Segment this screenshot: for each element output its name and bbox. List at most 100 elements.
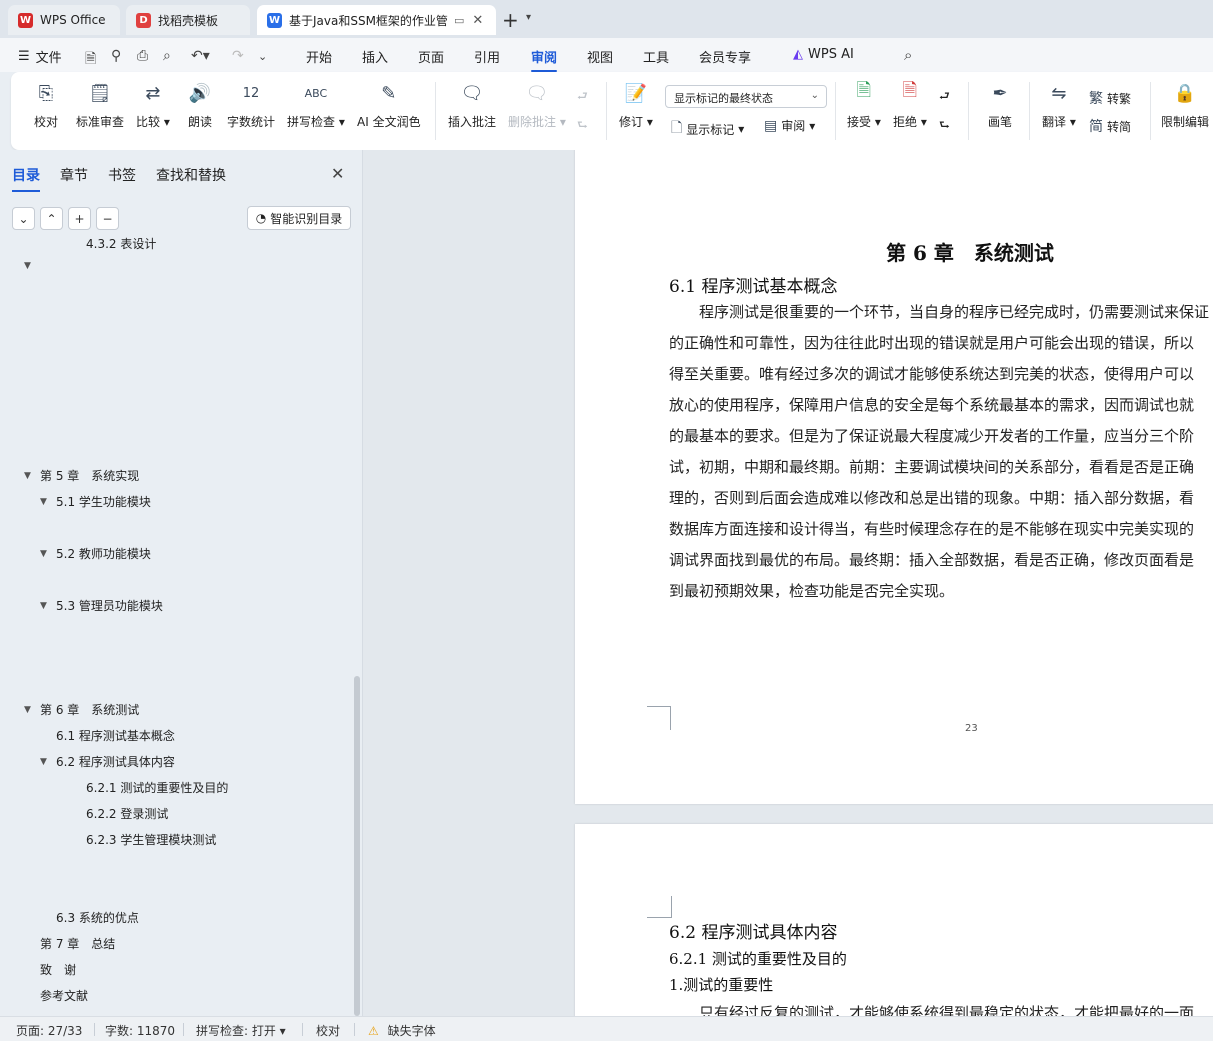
toc-item[interactable]: 6.2.3 学生管理模块测试 [70, 831, 216, 848]
pen-icon: ✒ [992, 82, 1008, 104]
ribbon-divider [435, 82, 436, 140]
page-indicator[interactable]: 页面: 27/33 [16, 1022, 82, 1039]
toc-item[interactable]: ▼ 5.2 教师功能模块 [40, 545, 151, 562]
close-tab-icon[interactable]: ✕ [472, 13, 483, 28]
compare-button[interactable]: ⇄ 比较 ▾ [136, 80, 170, 130]
remove-heading-icon[interactable]: − [96, 207, 119, 230]
toc-item[interactable]: 致 谢 [24, 961, 76, 978]
print-icon[interactable]: ⎙ [137, 48, 148, 64]
page-corner-mark [647, 896, 671, 918]
translate-button[interactable]: ⇋ 翻译 ▾ [1042, 80, 1076, 130]
missing-font-warning[interactable]: ⚠ 缺失字体 [368, 1022, 436, 1039]
word-count-button[interactable]: 12 字数统计 [227, 80, 275, 130]
track-changes-button[interactable]: 📝 修订 ▾ [619, 80, 653, 130]
toc-item[interactable]: 6.2.2 登录测试 [70, 805, 168, 822]
expand-toggle-icon[interactable]: ▼ [40, 549, 56, 559]
read-aloud-button[interactable]: 🔊 朗读 [187, 80, 213, 130]
wps-ai-button[interactable]: ◭ WPS AI [793, 47, 854, 62]
spell-check-label: 拼写检查 ▾ [287, 115, 345, 129]
standard-review-button[interactable]: 🗒 标准审查 [76, 80, 124, 130]
menu-tab-tools[interactable]: 工具 [643, 47, 669, 66]
toc-item[interactable]: ▼ 第 6 章 系统测试 [24, 701, 139, 718]
chevron-down-icon[interactable]: ▾ [526, 12, 531, 23]
toc-item[interactable]: ▼ 5.1 学生功能模块 [40, 493, 151, 510]
toc-item[interactable]: ▼ 5.3 管理员功能模块 [40, 597, 163, 614]
tab-wps-office[interactable]: W WPS Office [8, 5, 120, 35]
tab-current-document[interactable]: W 基于Java和SSM框架的作业管 ▭ ✕ [257, 5, 496, 35]
menu-tab-page[interactable]: 页面 [418, 47, 444, 66]
expand-toggle-icon[interactable]: ▼ [24, 261, 40, 271]
toc-item[interactable]: ▼ 第 5 章 系统实现 [24, 467, 139, 484]
toc-item[interactable]: ▼ [24, 261, 40, 271]
smart-toc-button[interactable]: ◔ 智能识别目录 [247, 206, 351, 230]
next-comment-icon[interactable]: ⮑ [577, 116, 588, 137]
close-nav-pane-icon[interactable]: ✕ [331, 164, 344, 183]
delete-comment-button[interactable]: 🗨 删除批注 ▾ [508, 80, 566, 130]
toc-item[interactable]: ▼ 6.2 程序测试具体内容 [40, 753, 175, 770]
previous-change-icon[interactable]: ⮐ [939, 87, 950, 108]
nav-tabs: 目录 章节 书签 查找和替换 [12, 165, 226, 192]
undo-icon[interactable]: ↶▾ [191, 48, 210, 64]
menu-tab-view[interactable]: 视图 [587, 47, 613, 66]
show-markup-button[interactable]: 🗋 显示标记 ▾ [671, 117, 744, 141]
to-simplified-button[interactable]: 简 转简 [1089, 116, 1131, 136]
search-icon[interactable]: ⌕ [904, 46, 912, 64]
to-traditional-button[interactable]: 繁 转繁 [1089, 88, 1131, 108]
expand-toggle-icon[interactable]: ▼ [24, 471, 40, 481]
restrict-editing-button[interactable]: 🔒 限制编辑 [1161, 80, 1209, 130]
nav-tab-find-replace[interactable]: 查找和替换 [156, 165, 226, 185]
pen-button[interactable]: ✒ 画笔 [987, 80, 1013, 130]
nav-tab-bookmarks[interactable]: 书签 [108, 165, 136, 185]
nav-scrollbar[interactable] [354, 676, 360, 1016]
save-icon[interactable]: 🗎 [85, 48, 96, 72]
add-heading-icon[interactable]: + [68, 207, 91, 230]
nav-tab-toc[interactable]: 目录 [12, 165, 40, 192]
ribbon-divider [1029, 82, 1030, 140]
redo-icon[interactable]: ↷ [232, 48, 244, 64]
tab-label: WPS Office [40, 13, 106, 27]
expand-toggle-icon[interactable]: ▼ [40, 497, 56, 507]
document-canvas[interactable]: 第 6 章 系统测试 6.1 程序测试基本概念 程序测试是很重要的一个环节，当自… [363, 150, 1213, 1016]
next-change-icon[interactable]: ⮑ [939, 116, 950, 137]
insert-comment-button[interactable]: 🗨 插入批注 [448, 80, 496, 130]
more-chevron-icon[interactable]: ⌄ [258, 50, 267, 63]
proofread-button[interactable]: ⎘ 校对 [33, 80, 59, 130]
word-count-indicator[interactable]: 字数: 11870 [105, 1022, 175, 1039]
toc-item[interactable]: 4.3.2 表设计 [70, 236, 156, 252]
spell-check-button[interactable]: ABC 拼写检查 ▾ [287, 80, 345, 130]
reject-button[interactable]: 🗎 拒绝 ▾ [893, 80, 927, 130]
new-tab-icon[interactable]: + [502, 8, 519, 32]
accept-button[interactable]: 🗎 接受 ▾ [847, 80, 881, 130]
to-simplified-icon: 简 [1089, 119, 1103, 135]
previous-comment-icon[interactable]: ⮐ [577, 87, 588, 108]
nav-tab-sections[interactable]: 章节 [60, 165, 88, 185]
expand-toggle-icon[interactable]: ▼ [40, 601, 56, 611]
menu-tab-insert[interactable]: 插入 [362, 47, 388, 66]
menu-tab-home[interactable]: 开始 [306, 47, 332, 66]
spell-check-toggle[interactable]: 拼写检查: 打开 ▾ [196, 1022, 286, 1039]
to-traditional-icon: 繁 [1089, 91, 1103, 107]
print-preview-icon[interactable]: ⌕ [163, 48, 171, 64]
compare-icon: ⇄ [145, 82, 161, 104]
toc-item[interactable]: 参考文献 [24, 987, 88, 1004]
collapse-all-icon[interactable]: ⌄ [12, 207, 35, 230]
toc-item[interactable]: 第 7 章 总结 [24, 935, 115, 952]
share-icon[interactable]: ⚲ [111, 48, 121, 64]
smart-toc-icon: ◔ [255, 211, 267, 225]
toc-item[interactable]: 6.1 程序测试基本概念 [40, 727, 175, 744]
review-pane-button[interactable]: ▤ 审阅 ▾ [764, 117, 815, 134]
toc-item[interactable]: 6.2.1 测试的重要性及目的 [70, 779, 228, 796]
menu-tab-member[interactable]: 会员专享 [699, 47, 751, 66]
tab-docer-templates[interactable]: D 找稻壳模板 [126, 5, 250, 35]
expand-toggle-icon[interactable]: ▼ [24, 705, 40, 715]
expand-toggle-icon[interactable]: ▼ [40, 757, 56, 767]
menu-tab-review[interactable]: 审阅 [531, 47, 558, 72]
proofread-status[interactable]: 校对 [316, 1022, 340, 1039]
markup-mode-select[interactable]: 显示标记的最终状态 ⌄ [665, 85, 827, 108]
expand-up-icon[interactable]: ⌃ [40, 207, 63, 230]
word-count-label: 字数统计 [227, 115, 276, 129]
menu-tab-references[interactable]: 引用 [474, 47, 500, 66]
toc-item[interactable]: 6.3 系统的优点 [40, 909, 139, 926]
file-menu[interactable]: ☰ 文件 [18, 47, 62, 66]
ai-polish-button[interactable]: ✎ AI 全文润色 [357, 80, 421, 130]
